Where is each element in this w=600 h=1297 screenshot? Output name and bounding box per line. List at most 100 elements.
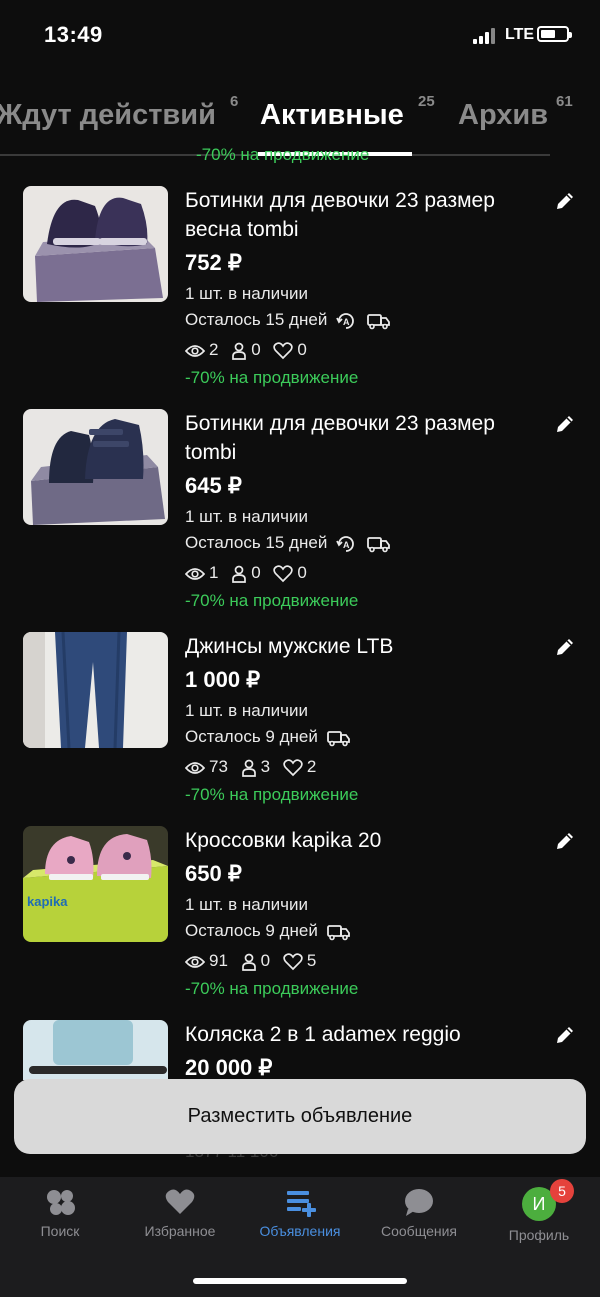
eye-icon	[184, 955, 206, 968]
listing-item[interactable]: kapika Кроссовки kapika 20 650 ₽ 1 шт. в…	[0, 826, 600, 1036]
nav-favorites-label: Избранное	[144, 1223, 216, 1239]
listing-title[interactable]: Ботинки для девочки 23 размер весна tomb…	[185, 186, 530, 244]
listing-item[interactable]: Коляска 2 в 1 adamex reggio 20 000 ₽	[0, 1020, 600, 1080]
listing-price: 650 ₽	[185, 861, 242, 886]
notification-badge: 5	[550, 1179, 574, 1203]
heart-icon	[273, 341, 294, 359]
nav-profile[interactable]: И 5 Профиль	[479, 1179, 599, 1243]
tab-active-count: 25	[418, 93, 435, 110]
eye-icon	[184, 761, 206, 774]
listing-info: Джинсы мужские LTB 1 000 ₽ 1 шт. в налич…	[184, 632, 530, 808]
favorites-count: 2	[306, 757, 317, 776]
nav-search[interactable]: Поиск	[0, 1187, 120, 1239]
svg-text:A: A	[343, 540, 350, 550]
views-count: 1	[209, 563, 219, 582]
heart-icon	[283, 758, 303, 776]
contacts-count: 0	[251, 563, 261, 582]
home-indicator	[193, 1278, 407, 1284]
auto-renew-icon: A	[336, 535, 354, 552]
listing-promo[interactable]: -70% на продвижение	[185, 782, 530, 808]
listing-remaining-row: Осталось 9 дней	[185, 724, 530, 750]
listing-item[interactable]: Джинсы мужские LTB 1 000 ₽ 1 шт. в налич…	[0, 632, 600, 842]
delivery-icon	[366, 536, 390, 552]
listing-title[interactable]: Ботинки для девочки 23 размер tombi	[185, 409, 530, 467]
tab-archive-count: 61	[556, 93, 573, 110]
nav-listings[interactable]: Объявления	[240, 1187, 360, 1239]
post-ad-button[interactable]: Разместить объявление	[14, 1079, 586, 1154]
battery-icon	[537, 26, 572, 42]
eye-icon	[184, 344, 206, 357]
views-count: 73	[209, 757, 228, 776]
pencil-icon[interactable]	[554, 190, 576, 212]
pencil-icon[interactable]	[554, 636, 576, 658]
heart-icon	[283, 952, 303, 970]
nav-messages-label: Сообщения	[381, 1223, 457, 1239]
listing-info: Ботинки для девочки 23 размер весна tomb…	[184, 186, 530, 391]
listing-photo[interactable]	[23, 632, 168, 748]
contacts-count: 3	[260, 757, 271, 776]
listing-stats: 2 0 0	[184, 335, 530, 365]
listing-title[interactable]: Коляска 2 в 1 adamex reggio	[185, 1020, 530, 1049]
listing-price: 1 000 ₽	[185, 667, 261, 692]
views-count: 91	[209, 951, 228, 970]
listing-stats: 1 0 0	[184, 558, 530, 588]
listing-remaining: Осталось 9 дней	[185, 727, 318, 746]
favorites-count: 0	[297, 340, 307, 359]
nav-listings-label: Объявления	[259, 1223, 341, 1239]
listing-info: Коляска 2 в 1 adamex reggio 20 000 ₽	[185, 1020, 530, 1080]
listing-price: 645 ₽	[185, 473, 242, 498]
listing-remaining: Осталось 15 дней	[185, 310, 328, 329]
listing-price: 752 ₽	[185, 250, 242, 275]
tab-active[interactable]: Активные 25	[260, 93, 435, 132]
listing-photo[interactable]	[23, 409, 168, 525]
listing-remaining-row: Осталось 15 дней A	[185, 530, 530, 556]
listing-stats: 73 3 2	[184, 752, 530, 782]
listing-remaining: Осталось 9 дней	[185, 921, 318, 940]
tab-active-label: Активные	[260, 99, 404, 131]
tab-archive[interactable]: Архив 61	[458, 93, 573, 132]
nav-messages[interactable]: Сообщения	[359, 1187, 479, 1239]
listing-promo[interactable]: -70% на продвижение	[185, 976, 530, 1002]
status-time: 13:49	[44, 22, 103, 47]
eye-icon	[184, 567, 206, 580]
listing-title[interactable]: Кроссовки kapika 20	[185, 826, 530, 855]
listing-photo[interactable]	[23, 186, 168, 302]
listing-photo[interactable]: kapika	[23, 826, 168, 942]
avatar: И 5	[522, 1179, 574, 1221]
listing-stats: 91 0 5	[184, 946, 530, 976]
network-label: LTE	[505, 26, 535, 43]
listing-item[interactable]: Ботинки для девочки 23 размер весна tomb…	[0, 186, 600, 396]
tab-awaiting[interactable]: Ждут действий 6	[0, 93, 238, 132]
delivery-icon	[326, 730, 350, 746]
svg-text:A: A	[343, 317, 350, 327]
contact-icon	[232, 342, 247, 360]
listing-remaining: Осталось 15 дней	[185, 533, 328, 552]
listing-info: Ботинки для девочки 23 размер tombi 645 …	[184, 409, 530, 614]
pencil-icon[interactable]	[554, 413, 576, 435]
listing-promo[interactable]: -70% на продвижение	[185, 365, 530, 391]
listing-stock: 1 шт. в наличии	[185, 701, 309, 720]
avatar-letter: И	[532, 1194, 546, 1214]
views-count: 2	[209, 340, 219, 359]
peek-promo: -70% на продвижение	[196, 145, 370, 163]
favorites-count: 0	[297, 563, 307, 582]
chat-icon	[405, 1189, 433, 1216]
listing-stock: 1 шт. в наличии	[185, 507, 309, 526]
listing-remaining-row: Осталось 9 дней	[185, 918, 530, 944]
listing-title[interactable]: Джинсы мужские LTB	[185, 632, 530, 661]
listing-photo[interactable]	[23, 1020, 168, 1080]
signal-icon	[473, 28, 497, 44]
search-icon	[47, 1190, 75, 1215]
heart-icon	[273, 564, 294, 582]
auto-renew-icon: A	[336, 312, 354, 329]
listing-remaining-row: Осталось 15 дней A	[185, 307, 530, 333]
listing-price: 20 000 ₽	[185, 1055, 273, 1080]
pencil-icon[interactable]	[554, 830, 576, 852]
pencil-icon[interactable]	[554, 1024, 576, 1046]
listings-icon	[287, 1191, 316, 1217]
listing-item[interactable]: Ботинки для девочки 23 размер tombi 645 …	[0, 409, 600, 619]
listing-promo[interactable]: -70% на продвижение	[185, 588, 530, 614]
nav-search-label: Поиск	[40, 1223, 80, 1239]
favorites-count: 5	[306, 951, 317, 970]
nav-favorites[interactable]: Избранное	[120, 1187, 240, 1239]
